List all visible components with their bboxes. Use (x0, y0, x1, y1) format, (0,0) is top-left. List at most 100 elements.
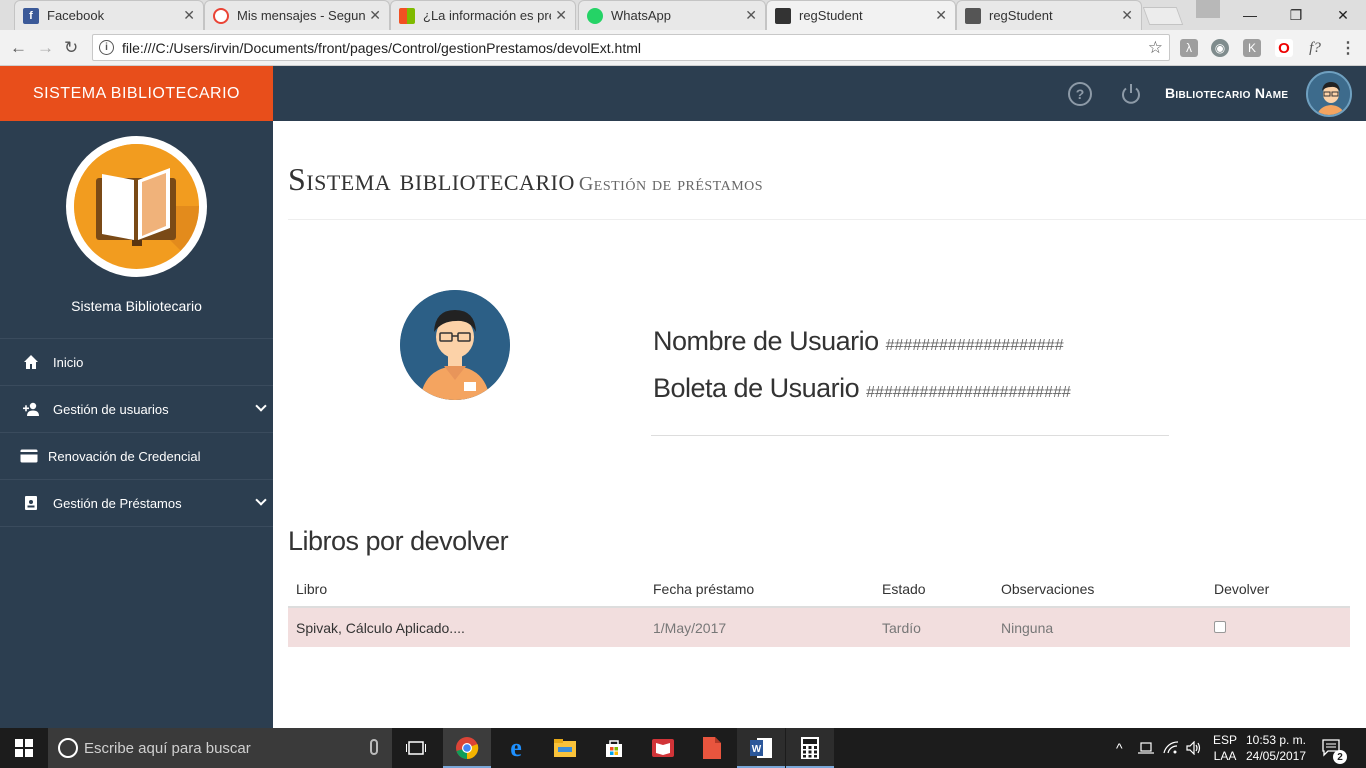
notification-count-badge: 2 (1333, 750, 1347, 764)
sidebar-item-gestion-usuarios[interactable]: Gestión de usuarios (0, 386, 273, 433)
browser-tab-regstudent[interactable]: regStudent ✕ (956, 0, 1142, 30)
close-tab-icon[interactable]: ✕ (935, 7, 947, 24)
forward-icon[interactable]: → (37, 38, 54, 58)
help-icon[interactable]: ? (1068, 82, 1092, 106)
tab-title: regStudent (799, 8, 863, 23)
pdf-taskbar-icon[interactable] (688, 728, 736, 768)
volume-icon[interactable] (1186, 728, 1202, 768)
user-name[interactable]: Bibliotecario Name (1165, 85, 1288, 101)
microsoft-icon (399, 7, 415, 24)
page-icon (965, 7, 981, 24)
notes-cell: Ninguna (993, 607, 1206, 647)
file-explorer-taskbar-icon[interactable] (541, 728, 589, 768)
restore-icon[interactable]: ❐ (1273, 0, 1319, 30)
user-name-row: Nombre de Usuario #################### (653, 326, 1071, 357)
back-icon[interactable]: ← (10, 38, 27, 58)
browser-tab-informacion[interactable]: ¿La información es prec ✕ (390, 0, 576, 30)
calculator-taskbar-icon[interactable] (786, 728, 834, 768)
language-indicator[interactable]: ESP LAA (1213, 732, 1237, 764)
page-icon (775, 7, 791, 24)
microphone-icon[interactable] (370, 739, 378, 755)
close-tab-icon[interactable]: ✕ (369, 7, 381, 24)
url-field[interactable]: i file:///C:/Users/irvin/Documents/front… (92, 34, 1170, 61)
browser-tab-whatsapp[interactable]: WhatsApp ✕ (578, 0, 766, 30)
loans-table: Libro Fecha préstamo Estado Observacione… (288, 571, 1350, 647)
taskbar-clock[interactable]: 10:53 p. m. 24/05/2017 (1240, 732, 1312, 764)
device-icon[interactable] (1138, 728, 1154, 768)
column-header: Devolver (1206, 571, 1350, 608)
close-window-icon[interactable]: ✕ (1320, 0, 1366, 30)
sidebar-item-inicio[interactable]: Inicio (0, 339, 273, 386)
word-taskbar-icon[interactable]: W (737, 728, 785, 768)
minimize-icon[interactable]: — (1227, 0, 1273, 30)
sidebar-item-label: Inicio (53, 354, 84, 370)
windows-start-icon[interactable] (0, 728, 48, 768)
info-icon[interactable]: i (99, 40, 114, 55)
url-text: file:///C:/Users/irvin/Documents/front/p… (122, 39, 641, 56)
action-center-icon[interactable]: 2 (1322, 728, 1347, 768)
extension-lambda-icon[interactable]: λ (1180, 39, 1198, 57)
extension-eye-icon[interactable]: ◉ (1211, 39, 1229, 57)
user-name-label: Nombre de Usuario (653, 326, 879, 356)
show-hidden-icons[interactable]: ^ (1116, 728, 1123, 768)
brand-header[interactable]: Sistema Bibliotecario (0, 66, 273, 121)
credit-card-icon (20, 447, 38, 465)
main-content: Sistema bibliotecario Gestión de préstam… (273, 121, 1366, 728)
cortana-icon (58, 738, 78, 758)
power-icon[interactable] (1119, 82, 1143, 106)
store-taskbar-icon[interactable] (590, 728, 638, 768)
new-tab-button[interactable] (1142, 7, 1184, 25)
sidebar-item-label: Renovación de Credencial (48, 448, 201, 464)
sidebar-title: Sistema Bibliotecario (71, 298, 202, 314)
return-checkbox[interactable] (1214, 620, 1226, 633)
close-tab-icon[interactable]: ✕ (183, 7, 195, 24)
formula-icon[interactable]: f? (1306, 39, 1324, 57)
edge-taskbar-icon[interactable]: e (492, 728, 540, 768)
table-row: Spivak, Cálculo Aplicado.... 1/May/2017 … (288, 607, 1350, 647)
top-navbar: ? Bibliotecario Name (273, 66, 1366, 121)
book-icon (22, 494, 40, 512)
bookmark-star-icon[interactable]: ☆ (1148, 38, 1163, 58)
close-tab-icon[interactable]: ✕ (745, 7, 757, 24)
facebook-icon: f (23, 7, 39, 24)
close-tab-icon[interactable]: ✕ (1121, 7, 1133, 24)
column-header: Libro (288, 571, 645, 608)
chrome-taskbar-icon[interactable] (443, 728, 491, 768)
page-subtitle: Gestión de préstamos (578, 173, 764, 195)
browser-tab-facebook[interactable]: f Facebook ✕ (14, 0, 204, 30)
wifi-icon[interactable] (1163, 728, 1179, 768)
return-cell (1206, 607, 1350, 647)
taskbar-search-input[interactable]: Escribe aquí para buscar (48, 728, 392, 768)
profile-icon[interactable] (1196, 0, 1220, 18)
column-header: Estado (874, 571, 993, 608)
whatsapp-icon (587, 7, 603, 24)
address-bar: ← → ↻ i file:///C:/Users/irvin/Documents… (0, 30, 1366, 66)
table-header-row: Libro Fecha préstamo Estado Observacione… (288, 571, 1350, 608)
menu-dots-icon[interactable]: ⋮ (1339, 39, 1357, 57)
close-tab-icon[interactable]: ✕ (555, 7, 567, 24)
sidebar: Sistema Bibliotecario Inicio Gestión de … (0, 121, 273, 728)
opera-icon[interactable]: O (1275, 39, 1293, 57)
book-cell: Spivak, Cálculo Aplicado.... (288, 607, 645, 647)
avatar[interactable] (1306, 71, 1352, 117)
column-header: Observaciones (993, 571, 1206, 608)
browser-tab-bar: f Facebook ✕ Mis mensajes - Segunda ✕ ¿L… (0, 0, 1366, 30)
sidebar-item-label: Gestión de Préstamos (53, 495, 182, 511)
sidebar-item-gestion-prestamos[interactable]: Gestión de Préstamos (0, 480, 273, 527)
sidebar-item-renovacion-credencial[interactable]: Renovación de Credencial (0, 433, 273, 480)
reader-taskbar-icon[interactable] (639, 728, 687, 768)
section-title: Libros por devolver (288, 526, 509, 556)
user-id-value: ####################### (866, 384, 1071, 401)
library-app: Sistema Bibliotecario ? Bibliotecario Na… (0, 66, 1366, 728)
extension-k-icon[interactable]: K (1243, 39, 1261, 57)
language-code: ESP (1213, 733, 1238, 747)
browser-tab-mensajes[interactable]: Mis mensajes - Segunda ✕ (204, 0, 390, 30)
column-header: Fecha préstamo (645, 571, 874, 608)
home-icon (22, 353, 40, 371)
reload-icon[interactable]: ↻ (64, 38, 78, 58)
tab-title: Facebook (47, 8, 105, 23)
task-view-icon[interactable] (392, 728, 440, 768)
browser-tab-regstudent-active[interactable]: regStudent ✕ (766, 0, 956, 30)
sidebar-menu: Inicio Gestión de usuarios Renovación de… (0, 338, 273, 527)
divider (288, 219, 1366, 220)
